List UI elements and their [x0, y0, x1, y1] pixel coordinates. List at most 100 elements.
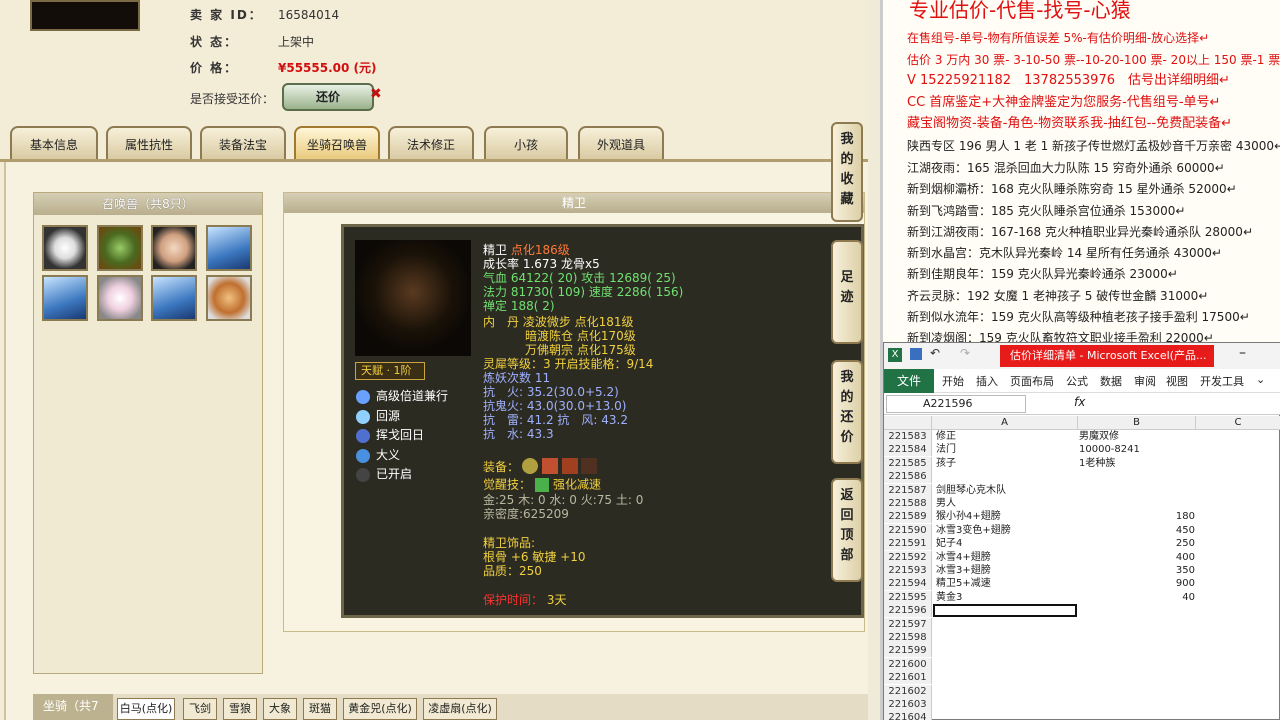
- row-number[interactable]: 221591: [884, 537, 932, 551]
- table-row[interactable]: 221598: [884, 631, 1280, 644]
- cell-a[interactable]: 孩子: [936, 457, 956, 470]
- pet-ice-spirit-icon[interactable]: [206, 225, 252, 271]
- tab-basic-info[interactable]: 基本信息: [10, 126, 98, 160]
- table-row[interactable]: 221600: [884, 657, 1280, 671]
- spreadsheet-grid[interactable]: A B C 221583 修正 男魔双修 221584 法门 10000-8241 2215…: [884, 416, 1280, 720]
- tab-children[interactable]: 小孩: [484, 126, 568, 160]
- mount-tab[interactable]: 白马(点化): [117, 698, 175, 720]
- table-row[interactable]: 221588 男人: [884, 497, 1280, 510]
- table-row[interactable]: 221585 孩子 1老种族: [884, 456, 1280, 470]
- table-row[interactable]: 221597: [884, 617, 1280, 631]
- row-number[interactable]: 221594: [884, 577, 932, 591]
- skill-item[interactable]: 高级倍道兼行: [356, 387, 448, 404]
- equip-collar-icon[interactable]: [541, 458, 558, 474]
- ribbon-tab[interactable]: 公式: [1066, 373, 1088, 389]
- bargain-button[interactable]: 还价: [282, 83, 374, 111]
- row-number[interactable]: 221604: [884, 711, 932, 720]
- mount-tab[interactable]: 雪狼: [223, 698, 257, 720]
- row-number[interactable]: 221589: [884, 510, 932, 524]
- table-row[interactable]: 221593 冰雪3+翅膀 350: [884, 564, 1280, 577]
- cell-b-number[interactable]: 40: [1079, 591, 1195, 604]
- table-row[interactable]: 221603: [884, 698, 1280, 711]
- ribbon-tab[interactable]: 视图: [1166, 373, 1188, 389]
- table-row[interactable]: 221602: [884, 684, 1280, 698]
- selected-cell[interactable]: [933, 604, 1077, 618]
- table-row[interactable]: 221586: [884, 470, 1280, 484]
- table-row[interactable]: 221591 妃子4 250: [884, 537, 1280, 551]
- pet-ice-spirit-icon[interactable]: [151, 275, 197, 321]
- footprint-button[interactable]: 足迹: [831, 240, 863, 344]
- table-row[interactable]: 221592 冰雪4+翅膀 400: [884, 550, 1280, 564]
- mount-tab[interactable]: 斑猫: [303, 698, 337, 720]
- cell-b-number[interactable]: 250: [1079, 537, 1195, 550]
- pet-ice-spirit-icon[interactable]: [42, 275, 88, 321]
- pet-green-demon-icon[interactable]: [97, 225, 143, 271]
- cell-a[interactable]: 冰雪3+翅膀: [936, 564, 991, 577]
- column-header[interactable]: B: [1078, 416, 1196, 430]
- row-number[interactable]: 221593: [884, 564, 932, 577]
- cell-b-number[interactable]: 400: [1079, 551, 1195, 564]
- redo-icon[interactable]: ↷: [960, 346, 970, 360]
- table-row[interactable]: 221601: [884, 671, 1280, 685]
- pet-panda-icon[interactable]: [42, 225, 88, 271]
- cell-b-number[interactable]: 900: [1079, 577, 1195, 590]
- cell-a[interactable]: 黄金3: [936, 591, 962, 604]
- pet-monkey-icon[interactable]: [206, 275, 252, 321]
- cell-a[interactable]: 妃子4: [936, 537, 962, 550]
- ribbon-tab[interactable]: 开发工具: [1200, 373, 1244, 389]
- cell-a[interactable]: 法门: [936, 443, 956, 456]
- row-number[interactable]: 221598: [884, 631, 932, 644]
- row-number[interactable]: 221587: [884, 483, 932, 497]
- my-bargain-button[interactable]: 我的还价: [831, 360, 863, 464]
- file-tab[interactable]: 文件: [884, 369, 934, 393]
- ribbon-collapse-icon[interactable]: ⌄: [1256, 373, 1265, 386]
- cell-b-number[interactable]: 350: [1079, 564, 1195, 577]
- cell-b[interactable]: 男魔双修: [1079, 430, 1119, 443]
- skill-item[interactable]: 已开启: [356, 465, 412, 482]
- tab-equipment[interactable]: 装备法宝: [200, 126, 286, 160]
- column-header[interactable]: C: [1196, 416, 1280, 430]
- equip-ornament-icon[interactable]: [581, 458, 598, 474]
- cell-b[interactable]: 1老种族: [1079, 457, 1115, 470]
- table-row[interactable]: 221604: [884, 711, 1280, 720]
- cell-a[interactable]: 精卫5+减速: [936, 577, 991, 590]
- mount-tab[interactable]: 凌虚扇(点化): [423, 698, 497, 720]
- tab-spell-correction[interactable]: 法术修正: [388, 126, 474, 160]
- back-to-top-button[interactable]: 返回顶部: [831, 478, 863, 582]
- pet-lady-icon[interactable]: [151, 225, 197, 271]
- ribbon-tab[interactable]: 插入: [976, 373, 998, 389]
- cell-b[interactable]: 10000-8241: [1079, 443, 1140, 456]
- mount-tab[interactable]: 大象: [263, 698, 297, 720]
- cell-a[interactable]: 修正: [936, 430, 956, 443]
- function-icon[interactable]: fx: [1074, 395, 1085, 409]
- row-number[interactable]: 221599: [884, 644, 932, 658]
- row-number[interactable]: 221585: [884, 456, 932, 470]
- row-number[interactable]: 221584: [884, 443, 932, 457]
- equip-ring-icon[interactable]: [522, 458, 538, 474]
- cell-a[interactable]: 男人: [936, 497, 956, 510]
- row-number[interactable]: 221602: [884, 684, 932, 698]
- name-box[interactable]: A221596: [886, 395, 1026, 413]
- table-row[interactable]: 221595 黄金3 40: [884, 590, 1280, 604]
- tab-appearance[interactable]: 外观道具: [578, 126, 664, 160]
- row-number[interactable]: 221601: [884, 671, 932, 685]
- my-favorites-button[interactable]: 我的收藏: [831, 122, 863, 222]
- table-row[interactable]: 221590 冰雪3变色+翅膀 450: [884, 523, 1280, 537]
- row-number[interactable]: 221588: [884, 497, 932, 510]
- row-number[interactable]: 221583: [884, 430, 932, 443]
- cell-b-number[interactable]: 450: [1079, 524, 1195, 537]
- cell-a[interactable]: 猴小孙4+翅膀: [936, 510, 1001, 523]
- cell-a[interactable]: 冰雪3变色+翅膀: [936, 524, 1011, 537]
- mount-tab[interactable]: 黄金兕(点化): [343, 698, 417, 720]
- ribbon-tab[interactable]: 开始: [942, 373, 964, 389]
- ribbon-tab[interactable]: 审阅: [1134, 373, 1156, 389]
- table-row[interactable]: 221584 法门 10000-8241: [884, 443, 1280, 457]
- undo-icon[interactable]: ↶: [930, 346, 940, 360]
- table-row[interactable]: 221589 猴小孙4+翅膀 180: [884, 510, 1280, 524]
- table-row[interactable]: 221599: [884, 644, 1280, 658]
- row-number[interactable]: 221603: [884, 698, 932, 711]
- skill-item[interactable]: 大义: [356, 446, 400, 463]
- cell-b-number[interactable]: 180: [1079, 510, 1195, 523]
- minimize-icon[interactable]: –: [1239, 345, 1246, 361]
- row-number[interactable]: 221595: [884, 590, 932, 604]
